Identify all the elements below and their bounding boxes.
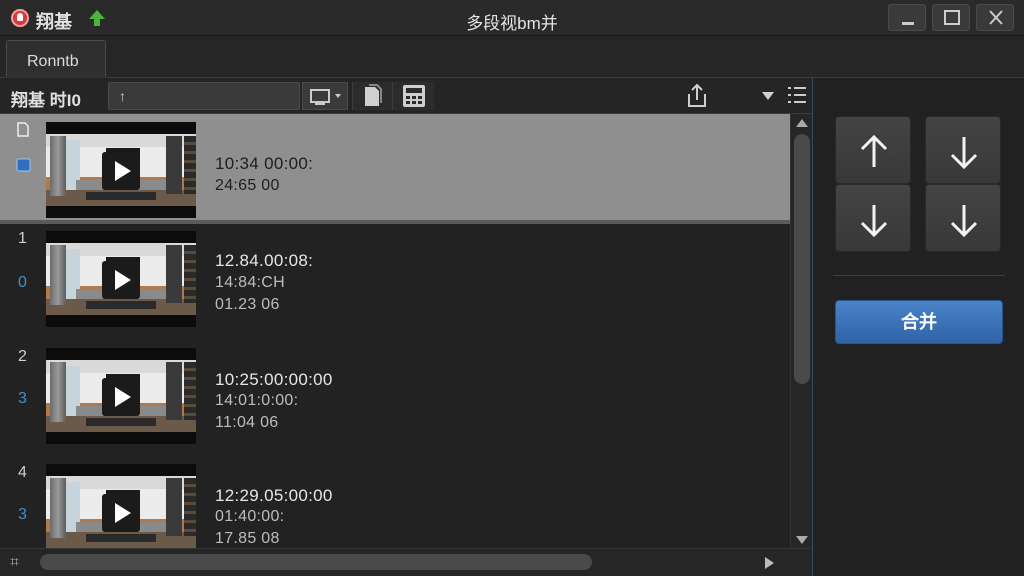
copy-button[interactable] [352, 82, 392, 110]
title-bar: 翔基 多段视bm并 [0, 0, 1024, 36]
arrow-down-icon [950, 205, 978, 237]
close-icon [989, 10, 1003, 25]
play-icon[interactable] [102, 152, 140, 190]
clip-end-time: 01:40:00: [215, 508, 285, 525]
toolbar-label: 翔基 时I0 [11, 91, 81, 110]
clip-end-time: 14:84:CH [215, 274, 285, 291]
video-thumbnail[interactable] [46, 348, 196, 444]
tab-main[interactable]: Ronntb [6, 40, 106, 78]
scroll-down-icon[interactable] [796, 536, 808, 544]
row-index: 4 [18, 464, 27, 481]
order-panel: 合并 [812, 78, 1024, 576]
row-index: 1 [18, 230, 27, 247]
video-thumbnail[interactable] [46, 231, 196, 327]
path-input[interactable]: ↑ [108, 82, 300, 110]
clip-end-time: 14:01:0:00: [215, 392, 299, 409]
chevron-down-icon[interactable] [760, 88, 776, 104]
move-down-button[interactable] [925, 116, 1001, 184]
scroll-right-icon[interactable] [765, 557, 774, 569]
grip-icon: ⌗ [10, 554, 20, 571]
minimize-icon [902, 22, 914, 25]
calculator-button[interactable] [392, 82, 434, 110]
tab-bar: Ronntb [0, 36, 1024, 78]
clip-start-time: 10:34 00:00: [215, 154, 314, 173]
clip-duration: 24:65 00 [215, 177, 280, 194]
list-item[interactable]: 2 3 10:25:00:00:00 14:01:0:00: 11:04 06 [0, 346, 790, 462]
clip-duration: 11:04 06 [215, 414, 279, 431]
minimize-button[interactable] [888, 4, 926, 31]
maximize-button[interactable] [932, 4, 970, 31]
clip-start-time: 12:29.05:00:00 [215, 486, 333, 505]
maximize-icon [944, 10, 960, 25]
arrow-up-icon [860, 135, 888, 167]
play-icon[interactable] [102, 378, 140, 416]
video-list: 10:34 00:00: 24:65 00 1 0 12.84.00:08: 1… [0, 114, 790, 548]
vertical-scroll-thumb[interactable] [794, 134, 810, 384]
copy-icon [365, 84, 382, 106]
clip-duration: 17.85 08 [215, 530, 280, 547]
row-order: 0 [18, 274, 27, 291]
arrow-down-icon [860, 205, 888, 237]
play-icon[interactable] [102, 261, 140, 299]
clip-duration: 01.23 06 [215, 296, 280, 313]
share-icon[interactable] [686, 82, 708, 110]
clip-start-time: 12.84.00:08: [215, 251, 314, 270]
toolbar: 翔基 时I0 ↑ [0, 78, 812, 114]
divider [833, 275, 1005, 276]
list-item[interactable]: 1 0 12.84.00:08: 14:84:CH 01.23 06 [0, 230, 790, 346]
file-icon [17, 122, 29, 137]
vertical-scrollbar[interactable] [790, 114, 812, 548]
merge-button[interactable]: 合并 [835, 300, 1003, 344]
clip-start-time: 10:25:00:00:00 [215, 370, 333, 389]
view-mode-dropdown[interactable] [302, 82, 348, 110]
list-item[interactable]: 10:34 00:00: 24:65 00 [0, 114, 790, 224]
video-thumbnail[interactable] [46, 122, 196, 218]
move-down-button-2[interactable] [835, 184, 911, 252]
move-up-button[interactable] [835, 116, 911, 184]
video-thumbnail[interactable] [46, 464, 196, 548]
row-order: 3 [18, 506, 27, 523]
checkbox-icon[interactable] [16, 157, 32, 173]
calculator-icon [403, 85, 425, 107]
list-menu-icon[interactable] [788, 84, 808, 106]
monitor-icon [310, 89, 341, 105]
arrow-down-icon [950, 137, 978, 169]
window-title: 多段视bm并 [466, 14, 558, 33]
horizontal-scrollbar[interactable]: ⌗ [0, 548, 812, 576]
horizontal-scroll-thumb[interactable] [40, 554, 592, 570]
row-order: 3 [18, 390, 27, 407]
scroll-up-icon[interactable] [796, 119, 808, 127]
list-item[interactable]: 4 3 12:29.05:00:00 01:40:00: 17.85 08 [0, 462, 790, 548]
close-button[interactable] [976, 4, 1014, 31]
play-icon[interactable] [102, 494, 140, 532]
row-index: 2 [18, 348, 27, 365]
move-bottom-button[interactable] [925, 184, 1001, 252]
